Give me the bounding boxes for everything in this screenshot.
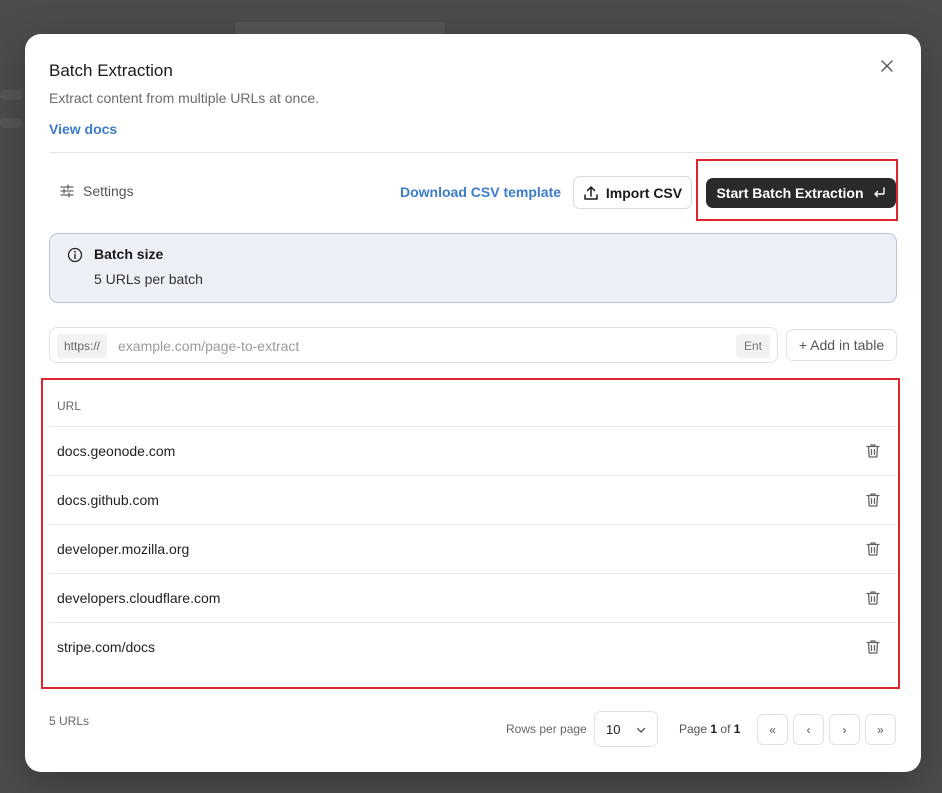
table-row: stripe.com/docs [49,623,897,672]
enter-key-icon [873,187,885,198]
add-in-table-button[interactable]: + Add in table [786,329,897,361]
page-of: of [720,722,731,736]
page-current: 1 [710,722,718,736]
url-count: 5 URLs [49,714,90,728]
info-icon [67,247,83,263]
table-row: docs.github.com [49,476,897,525]
page-indicator: Page 1 of 1 [679,722,740,736]
rows-per-page-value: 10 [606,721,621,737]
settings-label: Settings [83,183,134,199]
url-cell: stripe.com/docs [57,639,156,655]
rows-per-page-label: Rows per page [506,722,587,736]
start-batch-extraction-button[interactable]: Start Batch Extraction [706,178,896,208]
url-input[interactable] [118,335,718,357]
chevron-down-icon [636,727,646,733]
trash-icon[interactable] [864,540,882,558]
table-row: docs.geonode.com [49,427,897,476]
settings-button[interactable]: Settings [59,183,134,199]
view-docs-link[interactable]: View docs [49,121,117,137]
toolbar: Settings Download CSV template Import CS… [49,159,898,221]
url-cell: developer.mozilla.org [57,541,190,557]
url-table: URL docs.geonode.com docs.github.com dev… [49,385,897,672]
table-row: developers.cloudflare.com [49,574,897,623]
url-cell: docs.geonode.com [57,443,176,459]
url-prefix: https:// [57,334,108,358]
url-cell: docs.github.com [57,492,159,508]
url-input-group: https:// Ent [49,327,778,363]
column-header-url: URL [49,385,897,427]
rows-per-page-select[interactable]: 10 [594,711,658,747]
last-page-button[interactable]: » [865,714,896,745]
dialog-title: Batch Extraction [49,61,173,80]
next-page-button[interactable]: › [829,714,860,745]
import-csv-label: Import CSV [605,184,683,201]
batch-size-title: Batch size [94,246,164,262]
batch-extraction-dialog: Batch Extraction Extract content from mu… [25,34,921,772]
trash-icon[interactable] [864,491,882,509]
trash-icon[interactable] [864,638,882,656]
upload-icon [584,185,598,200]
enter-shortcut-badge: Ent [735,334,770,358]
first-page-button[interactable]: « [757,714,788,745]
batch-size-text: 5 URLs per batch [94,271,203,287]
previous-page-button[interactable]: ‹ [793,714,824,745]
dialog-subtitle: Extract content from multiple URLs at on… [49,90,319,106]
import-csv-button[interactable]: Import CSV [573,176,692,209]
divider [49,152,897,153]
trash-icon[interactable] [864,442,882,460]
download-csv-template-link[interactable]: Download CSV template [400,184,561,200]
page-prefix: Page [679,722,708,736]
start-batch-label: Start Batch Extraction [716,185,864,201]
trash-icon[interactable] [864,589,882,607]
page-total: 1 [733,722,741,736]
batch-size-info: Batch size 5 URLs per batch [49,233,897,303]
sliders-icon [60,184,74,198]
table-row: developer.mozilla.org [49,525,897,574]
url-cell: developers.cloudflare.com [57,590,221,606]
table-footer: 5 URLs Rows per page 10 Page 1 of 1 « ‹ … [49,711,897,747]
close-button[interactable] [877,56,897,76]
close-icon [881,60,893,72]
